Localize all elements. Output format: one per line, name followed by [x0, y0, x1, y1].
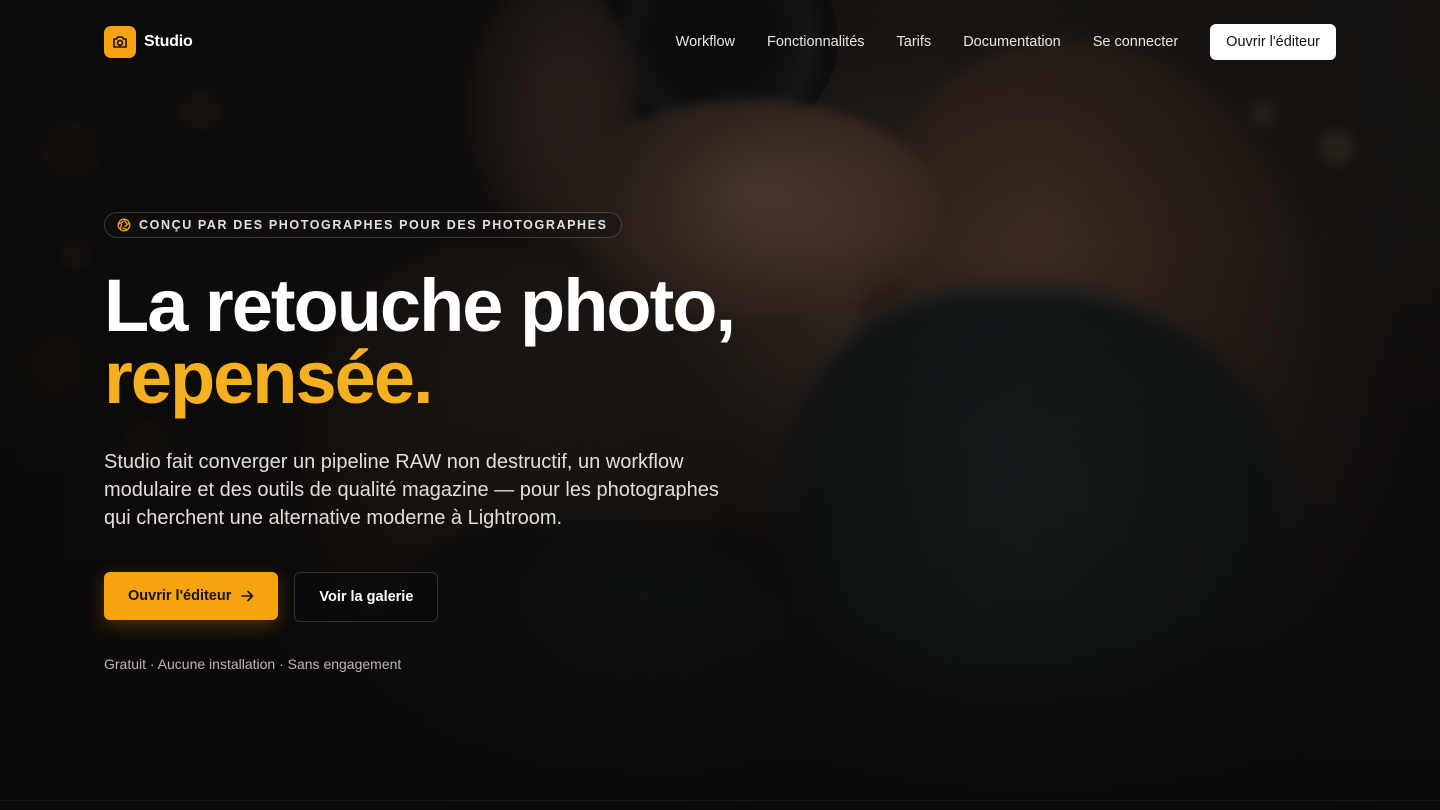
nav-link-workflow[interactable]: Workflow — [676, 34, 735, 50]
nav-link-documentation[interactable]: Documentation — [963, 34, 1061, 50]
arrow-right-icon — [241, 590, 254, 602]
nav-links: Workflow Fonctionnalités Tarifs Document… — [676, 24, 1336, 60]
nav-link-pricing[interactable]: Tarifs — [897, 34, 932, 50]
brand-name: Studio — [144, 33, 193, 50]
section-divider — [0, 800, 1440, 801]
hero-headline: La retouche photo, repensée. — [104, 264, 804, 419]
hero-section: CONÇU PAR DES PHOTOGRAPHES POUR DES PHOT… — [104, 212, 804, 672]
aperture-icon — [117, 218, 131, 232]
hero-lead: Studio fait converger un pipeline RAW no… — [104, 451, 719, 529]
hero-fineprint: Gratuit · Aucune installation · Sans eng… — [104, 656, 402, 672]
open-editor-button[interactable]: Ouvrir l'éditeur — [104, 572, 279, 620]
top-nav: Studio Workflow Fonctionnalités Tarifs D… — [104, 24, 1336, 60]
view-gallery-button[interactable]: Voir la galerie — [294, 572, 439, 622]
eyebrow-text: CONÇU PAR DES PHOTOGRAPHES POUR DES PHOT… — [139, 218, 608, 232]
eyebrow-badge: CONÇU PAR DES PHOTOGRAPHES POUR DES PHOT… — [104, 212, 622, 238]
headline-line-2: repensée. — [104, 336, 434, 419]
nav-link-login[interactable]: Se connecter — [1093, 34, 1178, 50]
hero-actions: Ouvrir l'éditeur Voir la galerie — [104, 572, 804, 622]
headline-line-1: La retouche photo, — [104, 264, 736, 347]
open-editor-button-label: Ouvrir l'éditeur — [128, 588, 232, 604]
nav-link-features[interactable]: Fonctionnalités — [767, 34, 865, 50]
open-editor-nav-button[interactable]: Ouvrir l'éditeur — [1210, 24, 1336, 60]
brand-link[interactable]: Studio — [104, 26, 193, 58]
camera-icon — [104, 26, 136, 58]
